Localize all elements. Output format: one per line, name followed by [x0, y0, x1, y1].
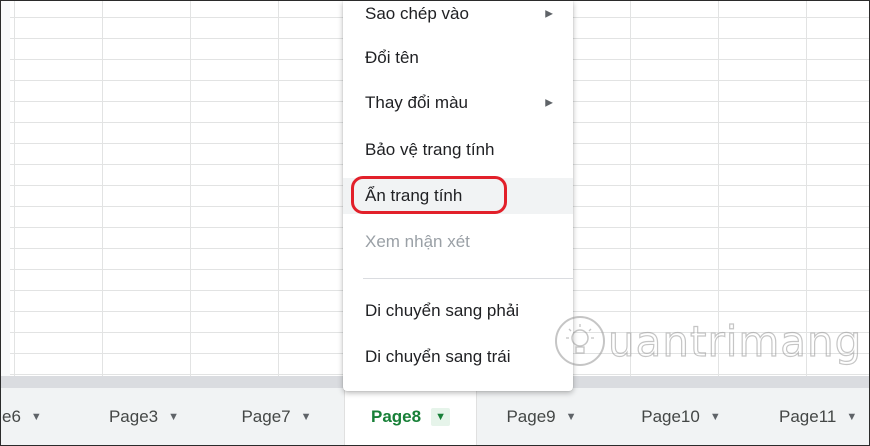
- sheet-tab-label: e6: [2, 407, 21, 426]
- caret-down-icon[interactable]: ▼: [846, 411, 857, 423]
- menu-item-change-color[interactable]: Thay đổi màu ▶: [343, 85, 573, 121]
- sheet-tab[interactable]: Page9 ▼: [475, 389, 608, 445]
- sheet-tab-label: Page9: [506, 407, 556, 426]
- sheet-tab[interactable]: Page10 ▼: [608, 389, 754, 445]
- caret-down-icon[interactable]: ▼: [566, 411, 577, 423]
- menu-item-label: Đổi tên: [365, 48, 419, 67]
- triangle-right-icon: ▶: [545, 8, 553, 20]
- menu-separator: [363, 278, 573, 279]
- menu-item-label: Thay đổi màu: [365, 93, 468, 112]
- sheet-tab-label: Page7: [241, 407, 291, 426]
- menu-item-move-right[interactable]: Di chuyển sang phải: [343, 293, 573, 329]
- caret-down-icon[interactable]: ▼: [710, 411, 721, 423]
- menu-item-label: Di chuyển sang phải: [365, 301, 520, 320]
- sheet-tab[interactable]: e6 ▼: [1, 389, 79, 445]
- caret-down-icon[interactable]: ▼: [431, 408, 450, 426]
- sheet-tab[interactable]: Page7 ▼: [209, 389, 344, 445]
- menu-item-copy-to[interactable]: Sao chép vào ▶: [343, 1, 573, 32]
- sheet-tab[interactable]: Page3 ▼: [79, 389, 209, 445]
- sheet-tab[interactable]: Page11 ▼: [754, 389, 869, 445]
- menu-item-move-left[interactable]: Di chuyển sang trái: [343, 339, 573, 375]
- menu-item-view-comments: Xem nhận xét: [343, 224, 573, 260]
- sheet-tab-label: Page8: [371, 407, 422, 426]
- menu-item-label: Di chuyển sang trái: [365, 347, 511, 366]
- sheet-tab-label: Page3: [108, 407, 159, 426]
- menu-item-label: Sao chép vào: [365, 4, 469, 23]
- triangle-right-icon: ▶: [545, 97, 553, 109]
- sheet-tab-label: Page11: [779, 407, 837, 426]
- menu-item-label: Bảo vệ trang tính: [365, 140, 495, 159]
- sheet-tab-label: Page10: [641, 407, 700, 426]
- menu-item-rename[interactable]: Đổi tên: [343, 40, 573, 76]
- caret-down-icon[interactable]: ▼: [168, 411, 179, 423]
- annotation-highlight-box: [351, 176, 507, 214]
- sheet-tab-active[interactable]: Page8 ▼: [344, 389, 477, 445]
- spreadsheet-window: e6 ▼ Page3 ▼ Page7 ▼ Page8 ▼ Page9 ▼ Pag…: [0, 0, 870, 446]
- menu-item-label: Xem nhận xét: [365, 232, 470, 251]
- menu-item-protect-sheet[interactable]: Bảo vệ trang tính: [343, 132, 573, 168]
- caret-down-icon[interactable]: ▼: [31, 411, 42, 423]
- caret-down-icon[interactable]: ▼: [301, 411, 312, 423]
